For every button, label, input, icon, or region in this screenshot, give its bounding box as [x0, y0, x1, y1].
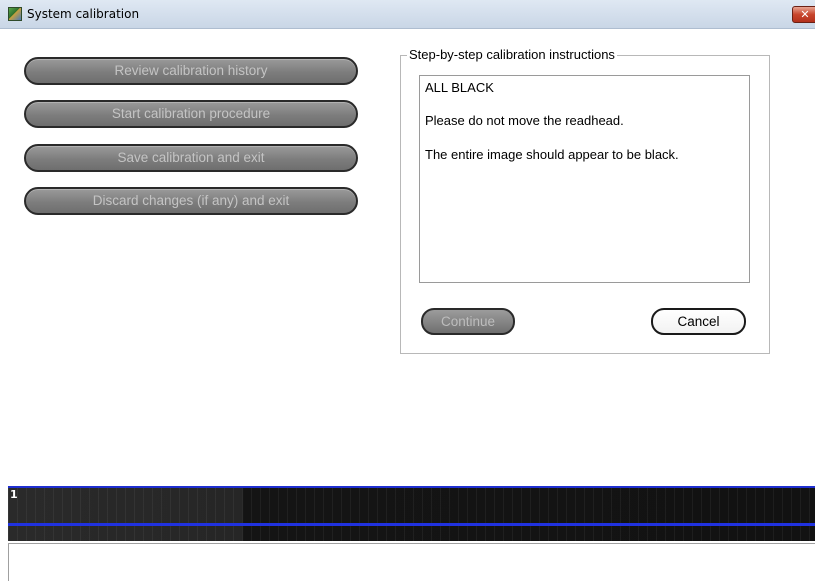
save-calibration-and-exit-button[interactable]: Save calibration and exit	[24, 144, 358, 172]
window-title: System calibration	[27, 7, 140, 21]
instructions-groupbox-legend: Step-by-step calibration instructions	[407, 47, 617, 62]
close-button[interactable]: ✕	[792, 6, 815, 23]
image-strip-scanline	[8, 523, 815, 526]
cancel-button[interactable]: Cancel	[651, 308, 746, 335]
calibration-app-icon	[8, 7, 22, 21]
status-box	[8, 543, 815, 581]
instruction-line: Please do not move the readhead.	[425, 113, 624, 128]
title-bar: System calibration ✕	[0, 0, 815, 29]
frame-number-label: 1	[10, 488, 18, 501]
instructions-textbox[interactable]: ALL BLACK Please do not move the readhea…	[419, 75, 750, 283]
continue-button[interactable]: Continue	[421, 308, 515, 335]
instruction-line: ALL BLACK	[425, 80, 494, 95]
start-calibration-procedure-button[interactable]: Start calibration procedure	[24, 100, 358, 128]
discard-changes-and-exit-button[interactable]: Discard changes (if any) and exit	[24, 187, 358, 215]
instruction-line: The entire image should appear to be bla…	[425, 147, 679, 162]
image-strip: 1	[8, 486, 815, 541]
review-calibration-history-button[interactable]: Review calibration history	[24, 57, 358, 85]
